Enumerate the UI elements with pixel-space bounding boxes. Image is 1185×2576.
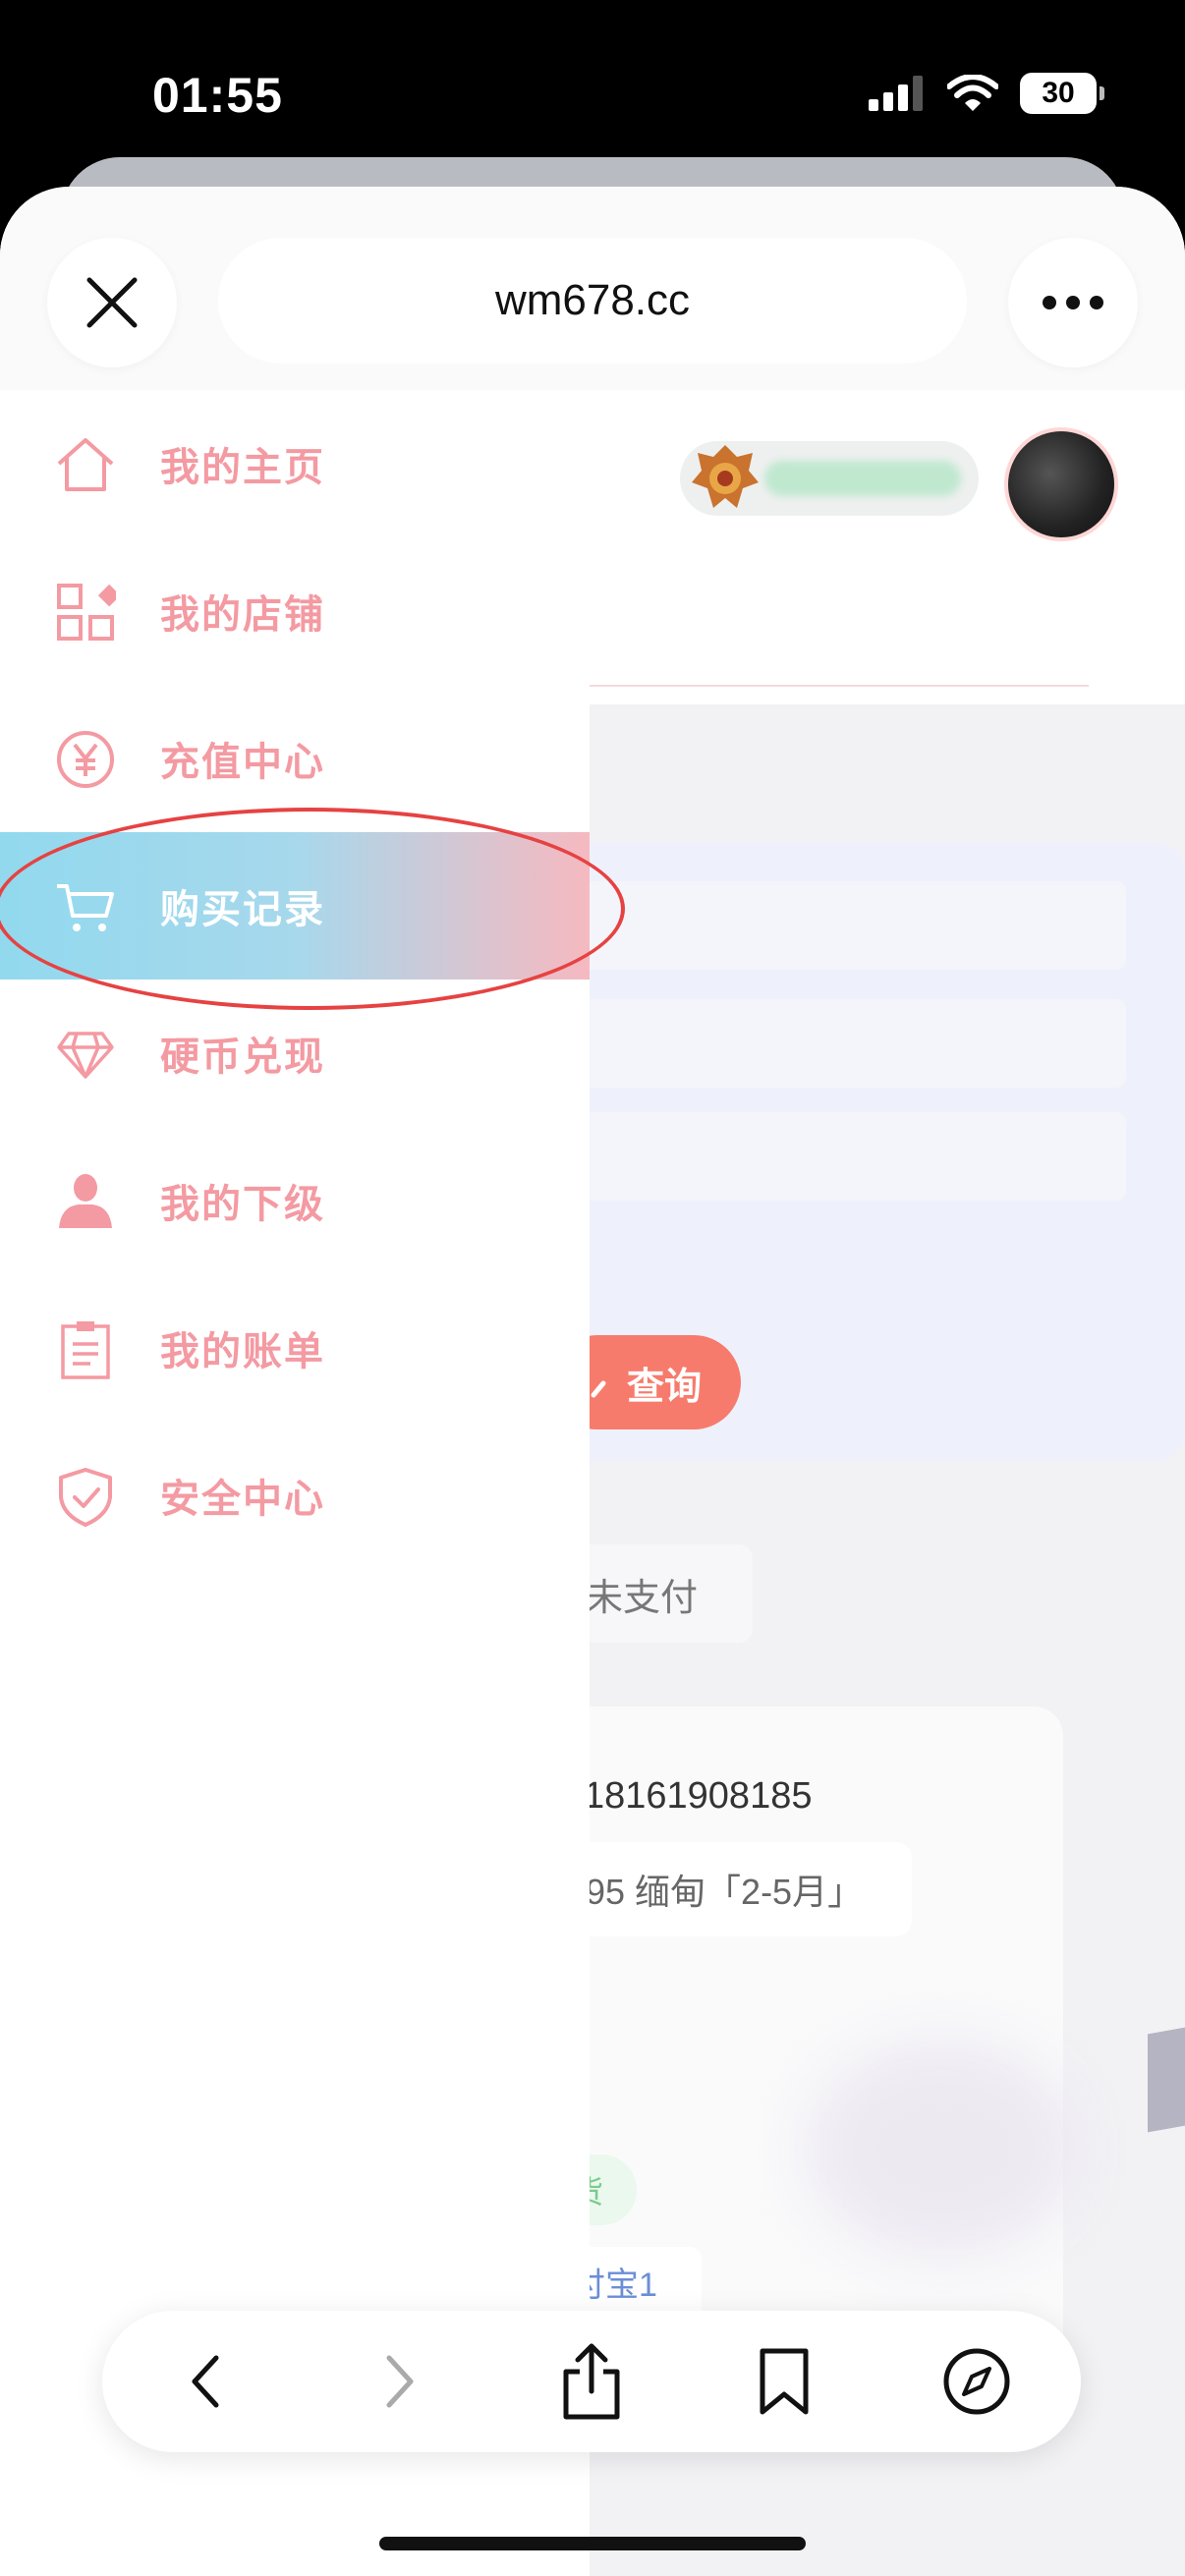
section-divider — [552, 685, 1089, 687]
close-button[interactable] — [47, 238, 177, 367]
drawer-item-purchase-records[interactable]: 购买记录 — [0, 832, 590, 980]
shield-check-icon — [55, 1466, 116, 1527]
yen-icon — [55, 729, 116, 790]
more-dots-icon — [1043, 296, 1103, 309]
forward-button[interactable] — [360, 2342, 438, 2421]
drawer-item-recharge[interactable]: 充值中心 — [0, 685, 590, 832]
search-icon — [591, 1380, 606, 1398]
page-section-card — [552, 557, 1185, 704]
home-icon — [55, 434, 116, 495]
drawer-item-home[interactable]: 我的主页 — [0, 390, 590, 537]
clipboard-icon — [55, 1318, 116, 1379]
drawer-item-label: 我的店铺 — [160, 593, 325, 637]
drawer-item-label: 安全中心 — [160, 1478, 325, 1521]
close-icon — [86, 277, 138, 328]
status-time: 01:55 — [152, 68, 283, 123]
filter-field[interactable] — [580, 881, 1126, 970]
bookmark-icon — [760, 2348, 809, 2415]
cellular-signal-icon — [869, 76, 923, 111]
drawer-item-label: 我的下级 — [160, 1183, 325, 1226]
more-options-button[interactable] — [1008, 238, 1138, 367]
home-indicator[interactable] — [379, 2537, 806, 2550]
query-button-label: 查询 — [626, 1366, 702, 1408]
store-grid-icon — [55, 582, 116, 643]
order-product-tag: 95 缅甸「2-5月」 — [552, 1842, 912, 1936]
filter-field[interactable] — [580, 1112, 1126, 1201]
person-icon — [55, 1171, 116, 1232]
side-edge-element — [1148, 2027, 1185, 2133]
drawer-item-coin-cashout[interactable]: 硬币兑现 — [0, 980, 590, 1127]
side-drawer: 我的主页 我的店铺 充值中心 购买记录 硬币兑现 我的下级 我的账单 安全中心 — [0, 390, 590, 2576]
vip-level-badge[interactable] — [680, 441, 979, 516]
wifi-icon — [947, 75, 998, 111]
share-icon — [563, 2343, 620, 2420]
compass-icon — [943, 2348, 1010, 2415]
back-button[interactable] — [167, 2342, 246, 2421]
drawer-item-label: 硬币兑现 — [160, 1036, 325, 1079]
chevron-right-icon — [386, 2355, 414, 2408]
bookmarks-button[interactable] — [745, 2342, 823, 2421]
tab-unpaid[interactable]: 未支付 — [580, 1544, 753, 1643]
drawer-item-label: 购买记录 — [160, 888, 325, 931]
drawer-item-security[interactable]: 安全中心 — [0, 1422, 590, 1569]
browser-toolbar — [102, 2311, 1081, 2452]
diamond-icon — [55, 1024, 116, 1085]
rank-emblem-icon — [692, 445, 759, 508]
battery-indicator: 30 — [1020, 73, 1104, 114]
status-icons: 30 — [869, 73, 1104, 114]
drawer-item-subordinates[interactable]: 我的下级 — [0, 1127, 590, 1274]
cart-icon — [55, 876, 116, 937]
vip-progress-bar — [764, 461, 961, 496]
url-bar[interactable]: wm678.cc — [218, 238, 967, 364]
avatar[interactable] — [1004, 427, 1118, 541]
drawer-item-label: 我的账单 — [160, 1330, 325, 1373]
drawer-item-label: 充值中心 — [160, 741, 325, 784]
order-number: 18161908185 — [584, 1775, 813, 1817]
compass-button[interactable] — [937, 2342, 1016, 2421]
filter-field[interactable] — [580, 999, 1126, 1088]
drawer-item-store[interactable]: 我的店铺 — [0, 537, 590, 685]
drawer-item-bills[interactable]: 我的账单 — [0, 1274, 590, 1422]
browser-top-bar: wm678.cc — [0, 187, 1185, 393]
share-button[interactable] — [552, 2342, 631, 2421]
blurred-image — [806, 2041, 1081, 2257]
chevron-left-icon — [192, 2355, 219, 2408]
drawer-item-label: 我的主页 — [160, 446, 325, 489]
